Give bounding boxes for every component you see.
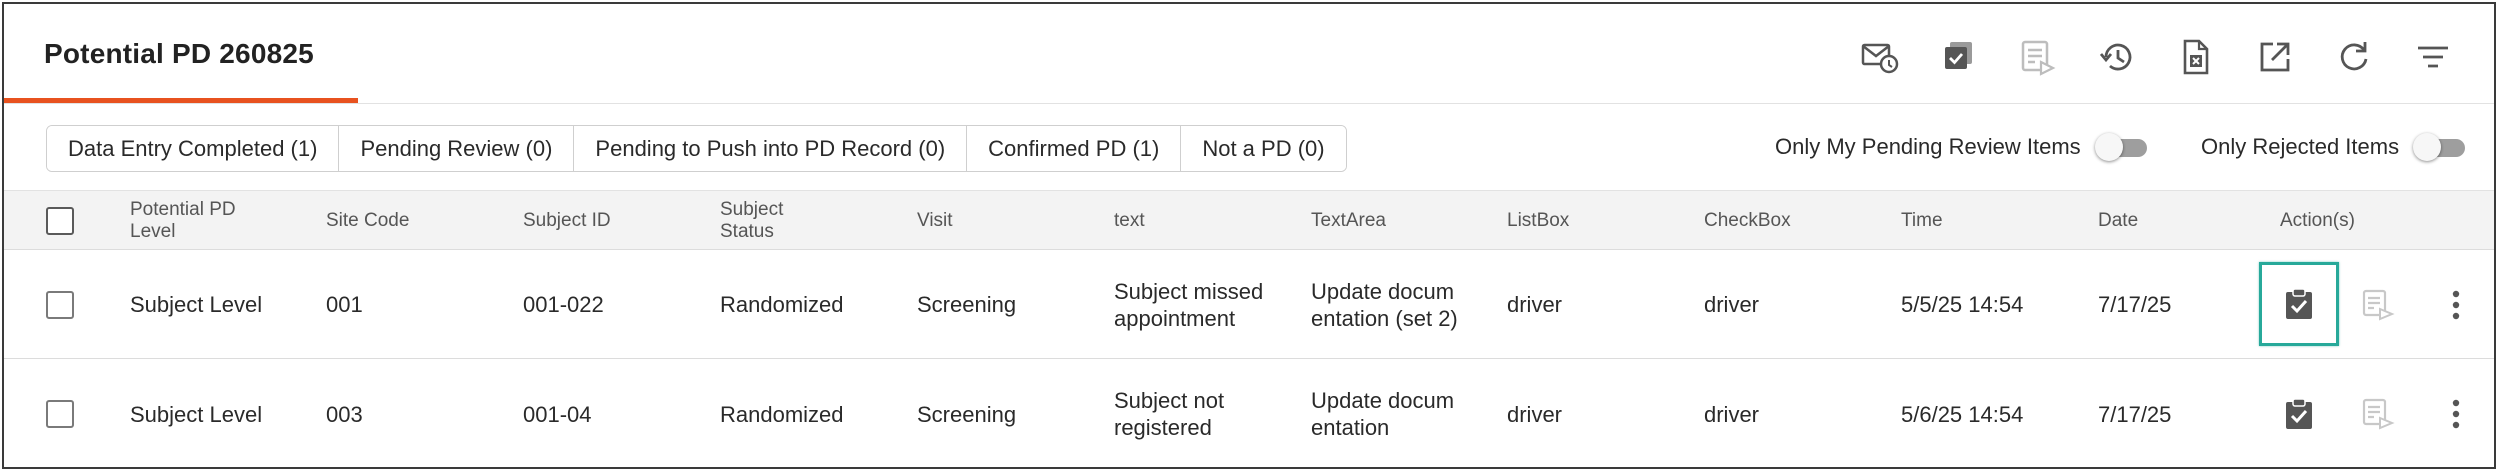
cell-subject-status: Randomized	[720, 292, 844, 317]
mark-complete-button[interactable]	[2274, 389, 2324, 439]
col-header-time[interactable]: Time	[1901, 191, 1943, 251]
page-title: Potential PD 260825	[44, 38, 314, 69]
col-header-visit[interactable]: Visit	[917, 191, 953, 251]
row-select-cell	[46, 251, 74, 358]
table-row[interactable]: Subject Level 001 001-022 Randomized Scr…	[4, 251, 2494, 359]
mail-clock-icon	[1861, 43, 1898, 74]
cell-subject-id: 001-022	[523, 292, 604, 317]
cell-textarea: Update documentation (set 2)	[1311, 278, 1458, 331]
review-push-icon	[2362, 398, 2395, 430]
row-checkbox[interactable]	[46, 290, 74, 319]
col-header-listbox[interactable]: ListBox	[1507, 191, 1569, 251]
cell-subject-id: 001-04	[523, 401, 592, 427]
cell-level: Subject Level	[130, 292, 263, 317]
history-button[interactable]	[2077, 32, 2156, 82]
review-button[interactable]	[1998, 32, 2077, 82]
col-header-date[interactable]: Date	[2098, 191, 2138, 251]
cell-text: Subject not registered	[1114, 388, 1225, 440]
rejected-toggle[interactable]	[2413, 132, 2469, 162]
panel-header: Potential PD 260825	[4, 4, 2494, 104]
title-active-underline	[4, 98, 358, 103]
my-pending-toggle[interactable]	[2094, 132, 2151, 162]
col-header-subject-status[interactable]: Subject Status	[720, 191, 820, 251]
cell-checkbox-value: driver	[1704, 401, 1760, 427]
tab-not-a-pd[interactable]: Not a PD (0)	[1181, 126, 1346, 171]
cell-time: 5/6/25 14:54	[1901, 401, 2024, 427]
toggle-knob	[2413, 133, 2442, 161]
history-icon	[2099, 43, 2131, 71]
open-external-button[interactable]	[2235, 32, 2314, 82]
cell-visit: Screening	[917, 401, 1017, 427]
clipboard-check-icon	[2286, 288, 2312, 319]
row-menu-button[interactable]	[2441, 389, 2471, 439]
my-pending-toggle-group: Only My Pending Review Items	[1775, 132, 2151, 162]
cell-date: 7/17/25	[2098, 401, 2172, 427]
tab-data-entry-completed[interactable]: Data Entry Completed (1)	[47, 126, 340, 171]
bulk-complete-button[interactable]	[1919, 32, 1998, 82]
copy-check-icon	[1944, 42, 1972, 69]
mark-complete-button[interactable]	[2259, 262, 2339, 346]
tab-pending-push[interactable]: Pending to Push into PD Record (0)	[574, 126, 968, 171]
mail-clock-button[interactable]	[1840, 32, 1919, 82]
col-header-actions: Action(s)	[2280, 210, 2355, 231]
cell-visit: Screening	[917, 292, 1017, 317]
refresh-button[interactable]	[2314, 32, 2393, 82]
more-vert-icon	[2452, 399, 2460, 429]
more-vert-icon	[2452, 290, 2460, 320]
toolbar	[1840, 32, 2472, 82]
cell-text: Subject missed appointment	[1114, 278, 1264, 331]
cell-level: Subject Level	[130, 401, 263, 427]
cell-date: 7/17/25	[2098, 292, 2172, 317]
my-pending-toggle-label: Only My Pending Review Items	[1775, 134, 2081, 159]
status-filter-tabs: Data Entry Completed (1) Pending Review …	[46, 125, 1347, 172]
open-external-icon	[2260, 42, 2289, 72]
rejected-toggle-label: Only Rejected Items	[2201, 134, 2400, 159]
row-checkbox[interactable]	[46, 400, 74, 428]
row-menu-button[interactable]	[2441, 280, 2471, 330]
cell-site-code: 001	[326, 292, 363, 317]
table-header: Potential PD Level Site Code Subject ID …	[4, 190, 2494, 250]
rejected-toggle-group: Only Rejected Items	[2201, 132, 2469, 162]
cell-textarea: Update documentation	[1311, 388, 1455, 440]
review-list-icon	[2021, 40, 2055, 76]
select-all-cell	[46, 191, 74, 251]
push-review-button[interactable]	[2353, 280, 2403, 330]
col-header-subject-id[interactable]: Subject ID	[523, 191, 611, 251]
refresh-icon	[2340, 42, 2367, 71]
select-all-checkbox[interactable]	[46, 207, 74, 235]
export-file-icon	[2183, 39, 2208, 75]
export-button[interactable]	[2156, 32, 2235, 82]
col-header-site-code[interactable]: Site Code	[326, 191, 409, 251]
cell-subject-status: Randomized	[720, 401, 844, 427]
cell-listbox: driver	[1507, 292, 1563, 317]
tab-confirmed-pd[interactable]: Confirmed PD (1)	[967, 126, 1182, 171]
table-row[interactable]: Subject Level 003 001-04 Randomized Scre…	[4, 360, 2494, 467]
cell-time: 5/5/25 14:54	[1901, 292, 2024, 317]
cell-site-code: 003	[326, 401, 363, 427]
filter-lines-icon	[2417, 46, 2448, 68]
toggle-knob	[2094, 133, 2123, 161]
col-header-text[interactable]: text	[1114, 191, 1145, 251]
tab-pending-review[interactable]: Pending Review (0)	[339, 126, 575, 171]
row-select-cell	[46, 360, 74, 467]
col-header-textarea[interactable]: TextArea	[1311, 191, 1386, 251]
cell-checkbox-value: driver	[1704, 292, 1760, 317]
col-header-level[interactable]: Potential PD Level	[130, 191, 280, 251]
potential-pd-panel: Potential PD 260825 Data Entry Completed…	[2, 2, 2496, 469]
cell-listbox: driver	[1507, 401, 1563, 427]
col-header-checkbox[interactable]: CheckBox	[1704, 191, 1791, 251]
review-push-icon	[2362, 289, 2395, 321]
clipboard-check-icon	[2286, 398, 2312, 429]
filter-button[interactable]	[2393, 32, 2472, 82]
push-review-button[interactable]	[2353, 389, 2403, 439]
